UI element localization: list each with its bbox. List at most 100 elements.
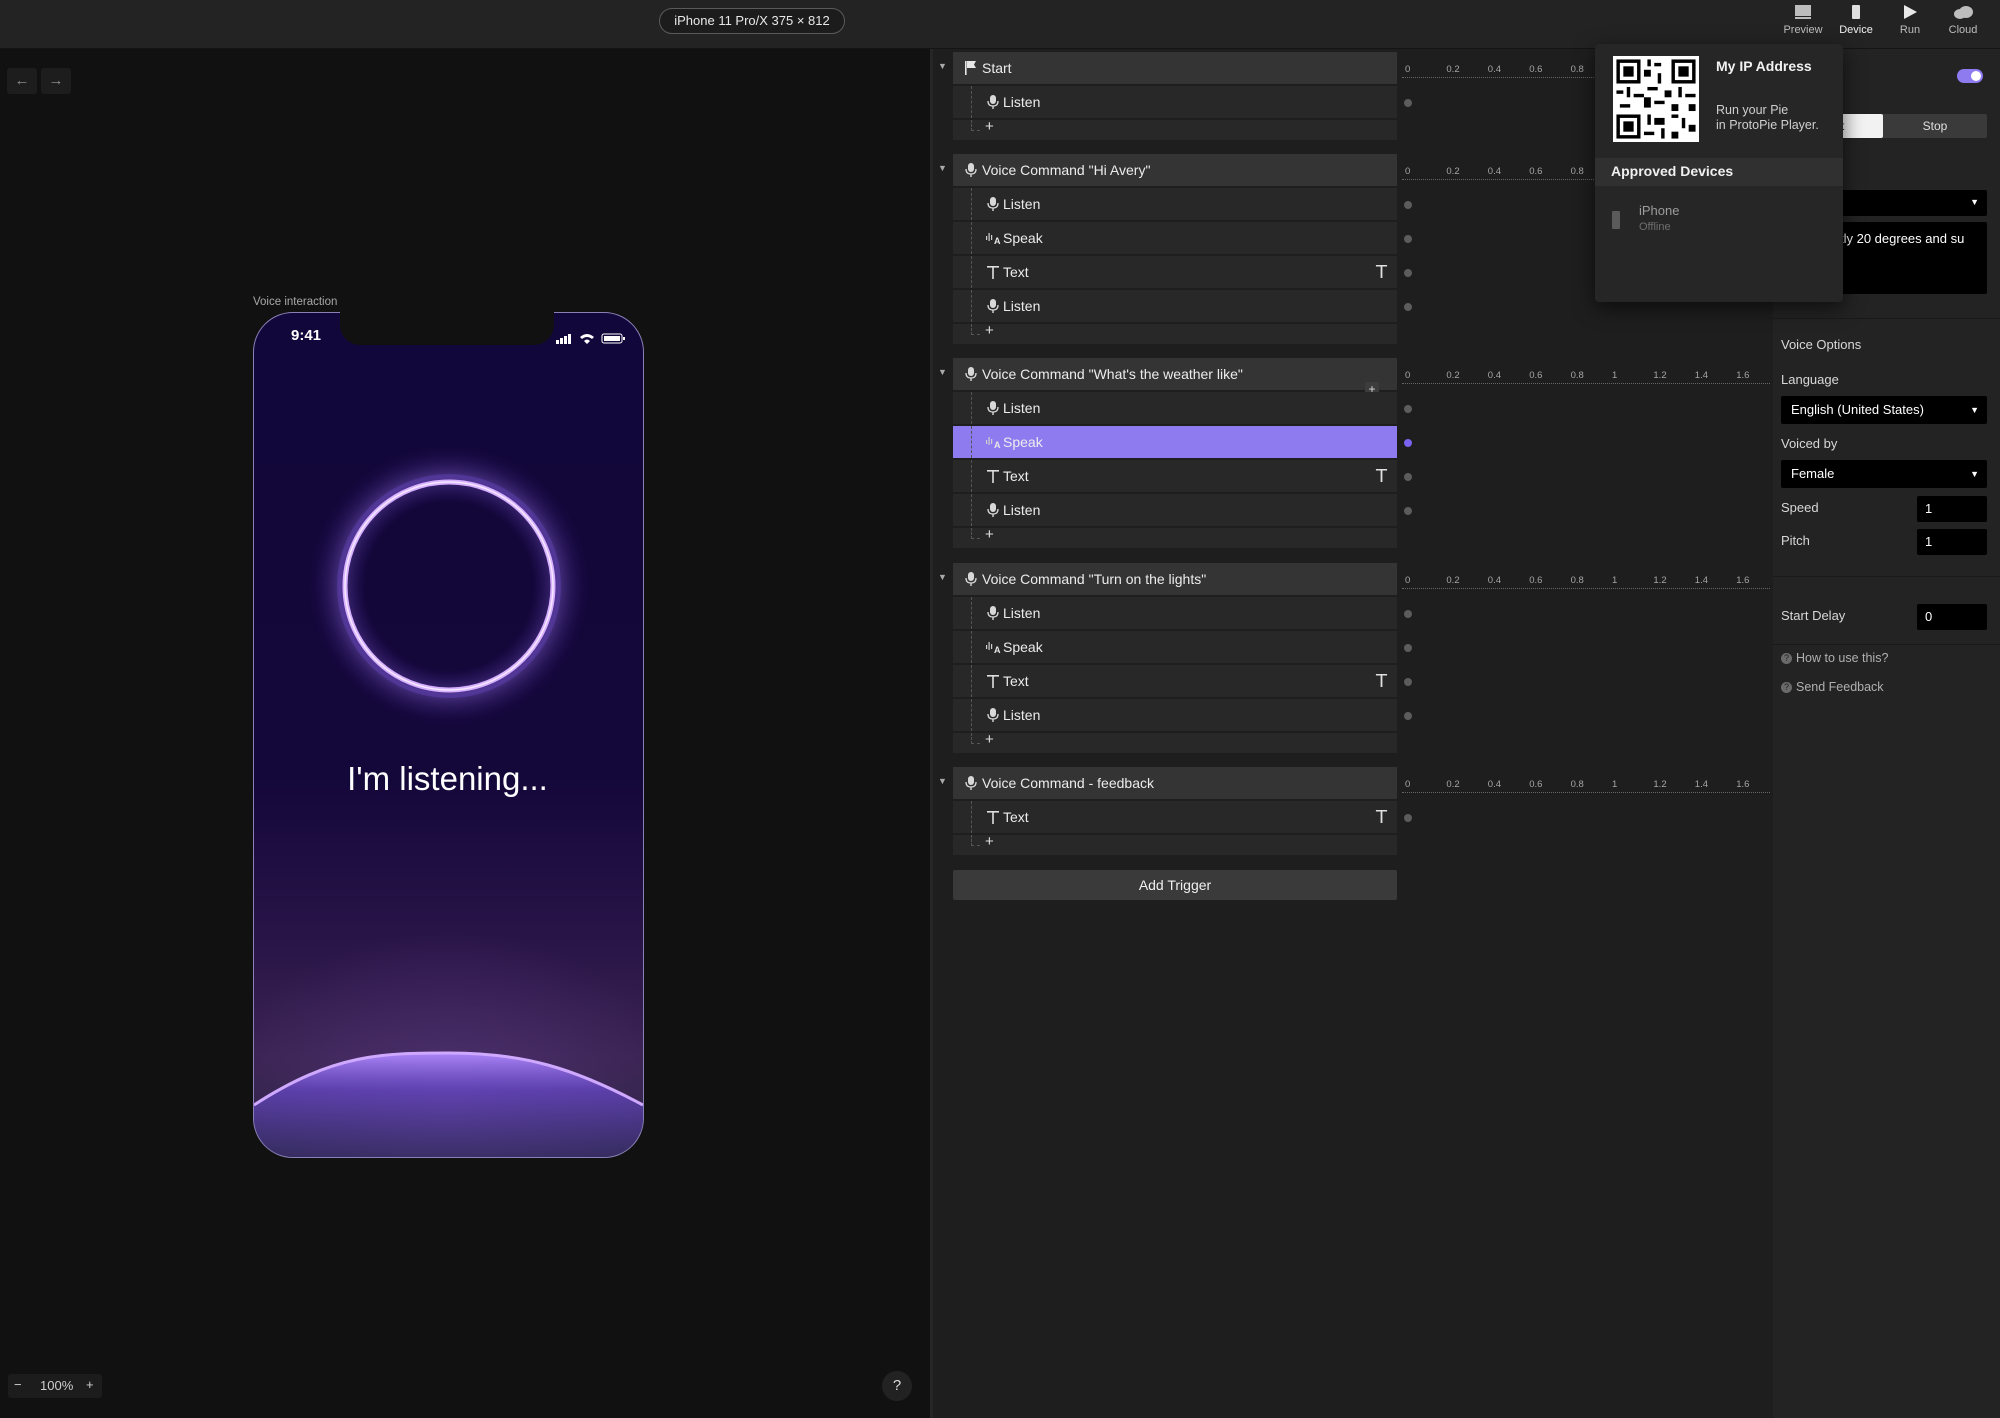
timeline-keyframe-dot[interactable] — [1404, 678, 1412, 686]
add-response-row[interactable]: + — [953, 118, 1397, 140]
timeline-keyframe-dot[interactable] — [1404, 99, 1412, 107]
timeline-keyframe-dot[interactable] — [1404, 235, 1412, 243]
ruler-tick-label: 1.6 — [1736, 779, 1750, 790]
speak-icon: A — [986, 230, 1001, 246]
zoom-in-button[interactable]: + — [86, 1377, 94, 1392]
ruler-tick-label: 0 — [1405, 575, 1411, 586]
collapse-caret-icon[interactable]: ▼ — [938, 61, 947, 71]
run-button[interactable]: Run — [1885, 2, 1935, 42]
trigger-header[interactable]: Voice Command - feedback — [953, 767, 1397, 800]
help-button[interactable]: ? — [882, 1371, 912, 1401]
collapse-caret-icon[interactable]: ▼ — [938, 367, 947, 377]
pitch-input[interactable]: 1 — [1917, 529, 1987, 555]
response-row[interactable]: Text T — [953, 801, 1397, 834]
ruler-ticks — [1402, 588, 1770, 589]
timeline-ruler: 0 0.2 0.4 0.6 0.8 1 1.2 1.4 1.6 — [1402, 567, 1774, 591]
ruler-tick-label: 1.2 — [1653, 779, 1667, 790]
timeline-keyframe-dot[interactable] — [1404, 644, 1412, 652]
voice-options-heading: Voice Options — [1781, 337, 1862, 352]
forward-arrow-icon[interactable]: → — [41, 68, 71, 94]
enable-toggle[interactable] — [1957, 69, 1983, 83]
response-row[interactable]: A Speak — [953, 631, 1397, 664]
trigger-header[interactable]: Voice Command "What's the weather like" + — [953, 358, 1397, 396]
response-row[interactable]: Listen — [953, 188, 1397, 221]
qr-code[interactable] — [1613, 56, 1699, 142]
flag-icon — [964, 60, 978, 76]
zoom-level[interactable]: 100% — [40, 1378, 73, 1393]
collapse-caret-icon[interactable]: ▼ — [938, 163, 947, 173]
back-arrow-icon[interactable]: ← — [7, 68, 37, 94]
popover-title: My IP Address — [1716, 58, 1812, 74]
response-row[interactable]: Listen — [953, 392, 1397, 425]
timeline-keyframe-dot[interactable] — [1404, 201, 1412, 209]
tree-line — [971, 426, 973, 458]
cloud-icon — [1954, 6, 1973, 19]
tree-line — [971, 631, 973, 663]
send-feedback-link[interactable]: ? Send Feedback — [1781, 680, 1884, 694]
response-row[interactable]: Listen — [953, 699, 1397, 732]
response-row[interactable]: Text T — [953, 256, 1397, 289]
speech-text-value: tly 20 degrees and su — [1840, 231, 1965, 246]
trigger-header[interactable]: Voice Command "Hi Avery" — [953, 154, 1397, 187]
ruler-ticks — [1402, 792, 1770, 793]
cloud-button[interactable]: Cloud — [1938, 2, 1988, 42]
device-button[interactable]: Device — [1831, 2, 1881, 42]
ruler-tick-label: 0.8 — [1570, 779, 1584, 790]
tree-line — [971, 597, 973, 629]
timeline-keyframe-dot[interactable] — [1404, 269, 1412, 277]
timeline-keyframe-dot[interactable] — [1404, 303, 1412, 311]
response-row[interactable]: A Speak — [953, 222, 1397, 255]
add-response-row[interactable]: + — [953, 322, 1397, 344]
response-row[interactable]: Listen — [953, 86, 1397, 119]
tab-stop[interactable]: Stop — [1883, 114, 1987, 138]
timeline-keyframe-dot[interactable] — [1404, 439, 1412, 447]
timeline-keyframe-dot[interactable] — [1404, 507, 1412, 515]
timeline-keyframe-dot[interactable] — [1404, 473, 1412, 481]
start-delay-input[interactable]: 0 — [1917, 604, 1987, 630]
speed-input[interactable]: 1 — [1917, 496, 1987, 522]
response-row[interactable]: Text T — [953, 460, 1397, 493]
how-to-use-link[interactable]: ? How to use this? — [1781, 651, 1888, 665]
timeline-keyframe-dot[interactable] — [1404, 814, 1412, 822]
timeline-keyframe-dot[interactable] — [1404, 610, 1412, 618]
tree-line — [971, 120, 980, 131]
trigger-header[interactable]: Voice Command "Turn on the lights" — [953, 563, 1397, 596]
add-response-plus-icon[interactable]: + — [985, 322, 994, 339]
collapse-caret-icon[interactable]: ▼ — [938, 776, 947, 786]
listening-text: I'm listening... — [347, 760, 548, 797]
add-trigger-button[interactable]: Add Trigger — [953, 870, 1397, 900]
preview-button[interactable]: Preview — [1778, 2, 1828, 42]
ruler-tick-label: 0.4 — [1487, 64, 1502, 75]
ruler-tick-label: 1.4 — [1694, 779, 1709, 790]
pitch-label: Pitch — [1781, 533, 1810, 548]
add-response-row[interactable]: + — [953, 833, 1397, 855]
response-label: Speak — [1003, 639, 1043, 655]
ruler-tick-label: 0 — [1405, 779, 1411, 790]
collapse-caret-icon[interactable]: ▼ — [938, 572, 947, 582]
response-row[interactable]: Text T — [953, 665, 1397, 698]
add-response-plus-icon[interactable]: + — [985, 118, 994, 135]
language-select[interactable]: English (United States) ▼ — [1781, 396, 1987, 424]
response-row[interactable]: Listen — [953, 290, 1397, 323]
add-response-plus-icon[interactable]: + — [985, 526, 994, 543]
add-response-row[interactable]: + — [953, 526, 1397, 548]
zoom-out-button[interactable]: − — [14, 1377, 22, 1392]
add-response-plus-icon[interactable]: + — [985, 731, 994, 748]
add-response-row[interactable]: + — [953, 731, 1397, 753]
response-row[interactable]: Listen — [953, 494, 1397, 527]
mic-icon — [986, 605, 1000, 621]
ruler-tick-label: 0.2 — [1446, 779, 1460, 790]
tree-line — [971, 733, 980, 744]
device-name[interactable]: iPhone — [1639, 203, 1679, 218]
ruler-tick-label: 0.4 — [1487, 370, 1502, 381]
trigger-header[interactable]: Start — [953, 52, 1397, 85]
voiced-by-select[interactable]: Female ▼ — [1781, 460, 1987, 488]
response-row[interactable]: Listen — [953, 597, 1397, 630]
response-row[interactable]: A Speak — [953, 426, 1397, 459]
phone-frame[interactable] — [253, 312, 644, 1158]
timeline-keyframe-dot[interactable] — [1404, 405, 1412, 413]
add-response-plus-icon[interactable]: + — [985, 833, 994, 850]
ruler-tick-label: 0 — [1405, 64, 1411, 75]
device-select[interactable]: iPhone 11 Pro/X 375 × 812 — [659, 8, 845, 34]
timeline-keyframe-dot[interactable] — [1404, 712, 1412, 720]
